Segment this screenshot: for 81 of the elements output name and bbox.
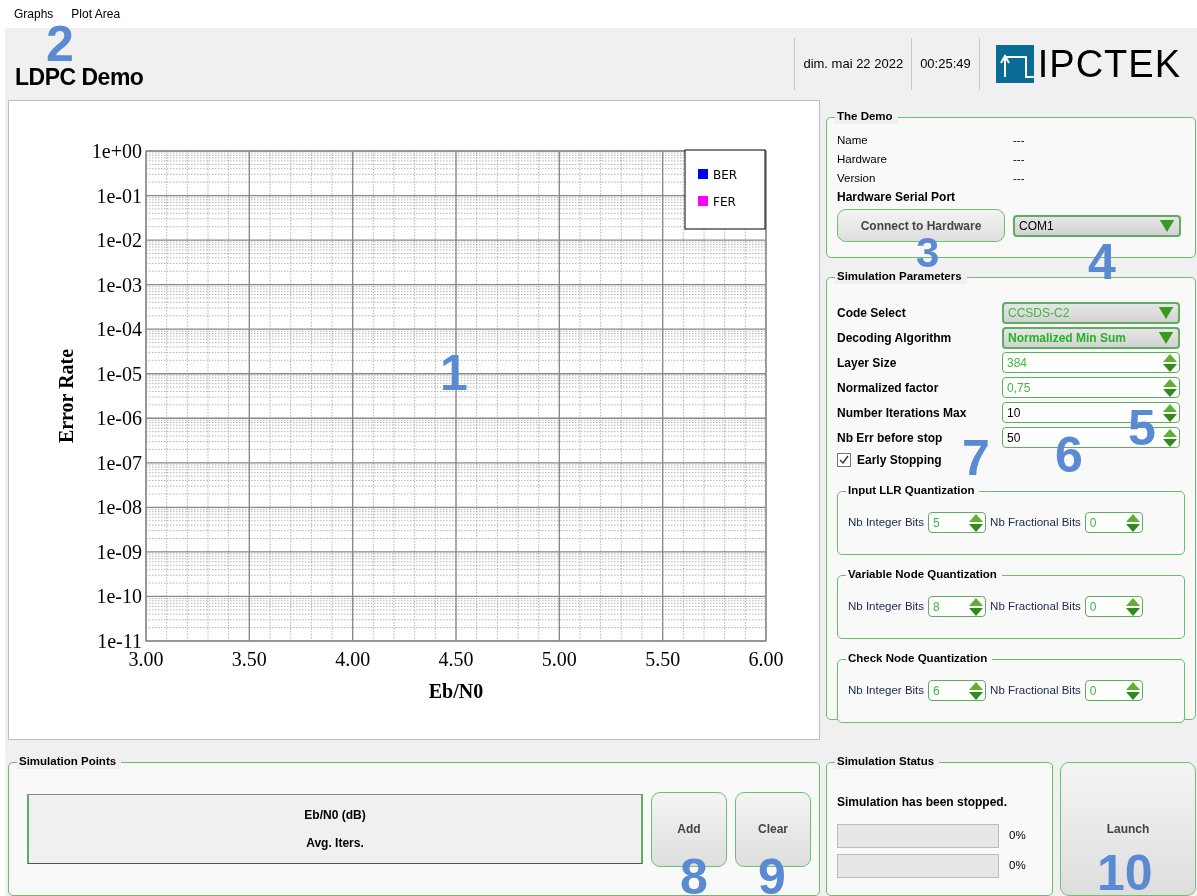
callout-number: 2 <box>46 26 74 63</box>
time-label: 00:25:49 <box>920 55 971 74</box>
date-label: dim. mai 22 2022 <box>803 55 904 74</box>
callout-number: 10 <box>1097 848 1153 896</box>
y-axis-title: Error Rate <box>55 348 77 444</box>
info-label: Hardware <box>837 151 888 167</box>
x-tick-label: 4.50 <box>438 648 474 670</box>
parameter-dropdown[interactable]: CCSDS-C2 <box>1002 301 1180 324</box>
spin-arrows-icon[interactable] <box>1162 428 1178 447</box>
quantization-spinbox[interactable]: 6 <box>928 680 987 701</box>
spin-arrows-icon[interactable] <box>1162 378 1178 397</box>
parameter-spinbox[interactable]: 0,75 <box>1002 377 1180 398</box>
quantization-spinbox[interactable]: 5 <box>928 512 987 533</box>
spin-arrows-icon[interactable] <box>968 597 985 616</box>
y-tick-label: 1e-04 <box>96 318 142 341</box>
parameter-label: Normalized factor <box>837 379 940 397</box>
x-tick-label: 3.50 <box>231 648 267 670</box>
app-title: LDPC Demo <box>15 62 144 92</box>
menu-item[interactable]: Graphs <box>14 5 54 23</box>
info-label: Name <box>837 132 869 148</box>
column-header: Eb/N0 (dB) <box>304 807 366 824</box>
y-tick-label: 1e-07 <box>96 451 142 474</box>
x-tick-label: 5.00 <box>541 648 577 670</box>
serial-port-label: Hardware Serial Port <box>837 189 957 206</box>
legend-label: BER <box>713 168 738 182</box>
status-message: Simulation has been stopped. <box>837 794 1009 811</box>
quantization-spinbox[interactable]: 0 <box>1084 596 1143 617</box>
spin-arrows-icon[interactable] <box>968 681 985 700</box>
logo-icon <box>995 45 1034 83</box>
column-header: Avg. Iters. <box>306 835 364 852</box>
y-tick-label: 1e-06 <box>96 407 142 430</box>
quantization-label: Nb Fractional Bits <box>990 514 1081 530</box>
parameter-label: Decoding Algorithm <box>837 329 953 347</box>
quantization-spinbox[interactable]: 0 <box>1084 512 1143 533</box>
parameter-dropdown[interactable]: Normalized Min Sum <box>1002 326 1180 349</box>
legend-label: FER <box>713 195 736 209</box>
y-tick-label: 1e-08 <box>96 496 142 519</box>
callout-number: 7 <box>962 433 990 483</box>
info-value: --- <box>1013 151 1025 167</box>
spin-arrows-icon[interactable] <box>1124 597 1141 616</box>
parameter-label: Layer Size <box>837 354 898 372</box>
quantization-label: Nb Integer Bits <box>848 514 925 530</box>
quantization-spinbox[interactable]: 8 <box>928 596 987 617</box>
y-tick-label: 1e-10 <box>96 585 142 608</box>
progress-reading: 0% <box>1009 828 1026 844</box>
early-stopping-label: Early Stopping <box>857 452 942 469</box>
progress-reading: 0% <box>1009 858 1026 874</box>
spin-arrows-icon[interactable] <box>1162 353 1178 372</box>
y-tick-label: 1e+00 <box>91 140 142 162</box>
spin-arrows-icon[interactable] <box>1124 513 1141 532</box>
y-tick-label: 1e-09 <box>96 540 142 563</box>
x-tick-label: 5.50 <box>645 648 681 670</box>
quantization-spinbox[interactable]: 0 <box>1084 680 1143 701</box>
early-stopping-checkbox[interactable] <box>837 453 851 467</box>
logo-text: IPCTEK <box>1037 45 1181 83</box>
quantization-label: Nb Fractional Bits <box>990 598 1081 614</box>
parameter-label: Number Iterations Max <box>837 404 968 422</box>
dropdown-arrow-icon[interactable] <box>1158 331 1174 344</box>
quantization-label: Nb Integer Bits <box>848 682 925 698</box>
info-value: --- <box>1013 132 1025 148</box>
y-tick-label: 1e-02 <box>96 229 142 252</box>
y-tick-label: 1e-01 <box>96 184 142 207</box>
parameter-label: Code Select <box>837 304 907 322</box>
info-label: Version <box>837 170 877 186</box>
x-tick-label: 4.00 <box>335 648 371 670</box>
y-tick-label: 1e-03 <box>96 273 142 296</box>
x-axis-title: Eb/N0 <box>428 680 484 702</box>
spin-arrows-icon[interactable] <box>1162 403 1178 422</box>
spin-arrows-icon[interactable] <box>968 513 985 532</box>
quantization-label: Nb Fractional Bits <box>990 682 1081 698</box>
parameter-label: Nb Err before stop <box>837 429 944 447</box>
x-tick-label: 6.00 <box>748 648 784 670</box>
info-value: --- <box>1013 170 1025 186</box>
menu-item[interactable]: Plot Area <box>71 5 121 23</box>
port-dropdown[interactable]: COM1 <box>1013 214 1181 237</box>
quantization-label: Nb Integer Bits <box>848 598 925 614</box>
dropdown-arrow-icon[interactable] <box>1159 219 1175 232</box>
parameter-spinbox[interactable]: 384 <box>1002 352 1180 373</box>
dropdown-arrow-icon[interactable] <box>1158 306 1174 319</box>
spin-arrows-icon[interactable] <box>1124 681 1141 700</box>
y-tick-label: 1e-05 <box>96 362 142 385</box>
